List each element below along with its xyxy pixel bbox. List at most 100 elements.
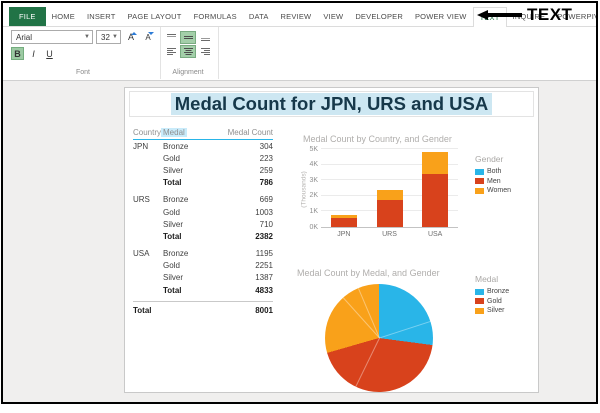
y-tick-label: 4K xyxy=(309,161,318,169)
tab-power-view[interactable]: POWER VIEW xyxy=(409,7,473,26)
legend-swatch xyxy=(475,168,484,175)
bold-button[interactable]: B xyxy=(11,47,24,60)
tab-view[interactable]: VIEW xyxy=(317,7,349,26)
bar-segment-women[interactable] xyxy=(376,189,403,201)
font-name-combo[interactable]: Arial ▼ xyxy=(11,30,93,44)
align-middle-button[interactable] xyxy=(180,31,196,44)
align-center-icon xyxy=(183,48,193,55)
underline-button[interactable]: U xyxy=(43,47,56,60)
alignment-group: Alignment xyxy=(161,27,219,79)
align-bottom-button[interactable] xyxy=(197,31,213,44)
column-header-country[interactable]: Country▲ xyxy=(133,128,168,137)
cell-count: 4833 xyxy=(255,285,273,295)
cell-count: 223 xyxy=(259,153,273,163)
font-size-combo[interactable]: 32 ▼ xyxy=(96,30,121,44)
align-right-icon xyxy=(200,48,210,55)
chevron-down-icon[interactable]: ▼ xyxy=(84,34,90,40)
medal-table-body: JPN Bronze 304 Gold 223 Silver 259 Total 786 URS B… xyxy=(133,140,273,316)
legend-item-bronze[interactable]: Bronze xyxy=(475,288,509,295)
align-right-button[interactable] xyxy=(197,45,213,58)
align-middle-icon xyxy=(183,36,193,39)
font-name-value: Arial xyxy=(16,32,33,42)
tab-review[interactable]: REVIEW xyxy=(275,7,318,26)
column-header-medal-count[interactable]: Medal Count xyxy=(211,128,273,137)
table-row[interactable]: Silver 710 xyxy=(133,218,273,230)
legend-swatch xyxy=(475,298,484,304)
tab-home[interactable]: HOME xyxy=(46,7,81,26)
column-header-medal[interactable]: Medal xyxy=(161,128,211,137)
increase-font-button[interactable]: A xyxy=(124,30,138,44)
cell-medal: Gold xyxy=(163,153,180,163)
decrease-font-icon xyxy=(148,32,154,35)
report-title-box[interactable]: Medal Count for JPN, URS and USA xyxy=(129,91,534,117)
medal-table[interactable]: Country▲ Medal Medal Count JPNBronze304G… xyxy=(133,128,273,316)
table-row[interactable]: Gold 1003 xyxy=(133,206,273,218)
align-left-button[interactable] xyxy=(163,45,179,58)
tab-file[interactable]: FILE xyxy=(9,7,46,26)
x-axis-label: USA xyxy=(427,231,443,238)
cell-medal: Bronze xyxy=(163,249,189,259)
table-header-row[interactable]: Country▲ Medal Medal Count xyxy=(133,128,273,140)
table-row[interactable]: Gold 2251 xyxy=(133,260,273,272)
font-size-value: 32 xyxy=(101,32,110,42)
cell-count: 1195 xyxy=(255,249,273,259)
pie-chart[interactable] xyxy=(325,284,433,392)
tab-page-layout[interactable]: PAGE LAYOUT xyxy=(122,7,188,26)
legend-item-women[interactable]: Women xyxy=(475,187,511,194)
bar-segment-women[interactable] xyxy=(422,151,449,174)
font-group-label: Font xyxy=(75,69,90,76)
tab-formulas[interactable]: FORMULAS xyxy=(188,7,243,26)
annotation-label: TEXT xyxy=(527,5,573,24)
bar-segment-men[interactable] xyxy=(376,200,403,227)
table-row[interactable]: USA Bronze 1195 xyxy=(133,248,273,260)
align-top-button[interactable] xyxy=(163,31,179,44)
arrow-left-icon xyxy=(488,13,522,17)
legend-label: Men xyxy=(487,177,501,185)
italic-button[interactable]: I xyxy=(27,47,40,60)
cell-medal: Gold xyxy=(163,261,180,271)
align-center-button[interactable] xyxy=(180,45,196,58)
tab-insert[interactable]: INSERT xyxy=(81,7,122,26)
legend-item-both[interactable]: Both xyxy=(475,168,511,175)
bar-chart-y-axis-label: (Thousands) xyxy=(300,171,308,208)
cell-medal: Total xyxy=(163,285,182,295)
powerview-canvas: Medal Count for JPN, URS and USA Country… xyxy=(3,80,596,402)
y-tick-label: 3K xyxy=(309,176,318,184)
font-group: Arial ▼ 32 ▼ A A B I U Font xyxy=(9,27,161,79)
cell-count: 2382 xyxy=(255,231,273,241)
bar-segment-men[interactable] xyxy=(422,173,449,227)
table-row[interactable]: Silver 259 xyxy=(133,164,273,176)
decrease-font-button[interactable]: A xyxy=(141,30,155,44)
table-row[interactable]: Total 4833 xyxy=(133,284,273,296)
cell-count: 786 xyxy=(259,178,273,188)
legend-label: Both xyxy=(487,168,502,175)
chevron-down-icon[interactable]: ▼ xyxy=(112,34,118,40)
tab-developer[interactable]: DEVELOPER xyxy=(349,7,409,26)
cell-medal: Bronze xyxy=(163,195,189,205)
table-row[interactable]: Total 786 xyxy=(133,177,273,189)
legend-item-men[interactable]: Men xyxy=(475,178,511,185)
bar-segment-men[interactable] xyxy=(330,218,357,227)
tab-data[interactable]: DATA xyxy=(243,7,275,26)
table-row[interactable]: Gold 223 xyxy=(133,152,273,164)
pie-chart-title: Medal Count by Medal, and Gender xyxy=(297,268,440,278)
table-row[interactable]: JPN Bronze 304 xyxy=(133,140,273,152)
legend-label: Gold xyxy=(487,297,502,305)
grand-total-value: 8001 xyxy=(255,306,273,316)
legend-item-silver[interactable]: Silver xyxy=(475,307,509,314)
annotation-callout: TEXT xyxy=(477,5,572,25)
legend-item-gold[interactable]: Gold xyxy=(475,298,509,305)
gridline xyxy=(321,148,458,149)
cell-count: 1387 xyxy=(255,273,273,283)
cell-count: 710 xyxy=(259,219,273,229)
pie-legend: Medal Bronze Gold Silver xyxy=(475,274,509,317)
table-row[interactable]: URS Bronze 669 xyxy=(133,194,273,206)
table-row[interactable]: Total 2382 xyxy=(133,230,273,242)
legend-swatch xyxy=(475,288,484,295)
pie-gender-divider xyxy=(378,320,431,339)
grand-total-label: Total xyxy=(133,306,152,316)
ribbon-body: Arial ▼ 32 ▼ A A B I U Font Alignment xyxy=(3,27,596,79)
cell-country: URS xyxy=(133,195,150,205)
table-row[interactable]: Silver 1387 xyxy=(133,272,273,284)
y-tick-label: 1K xyxy=(309,207,318,215)
